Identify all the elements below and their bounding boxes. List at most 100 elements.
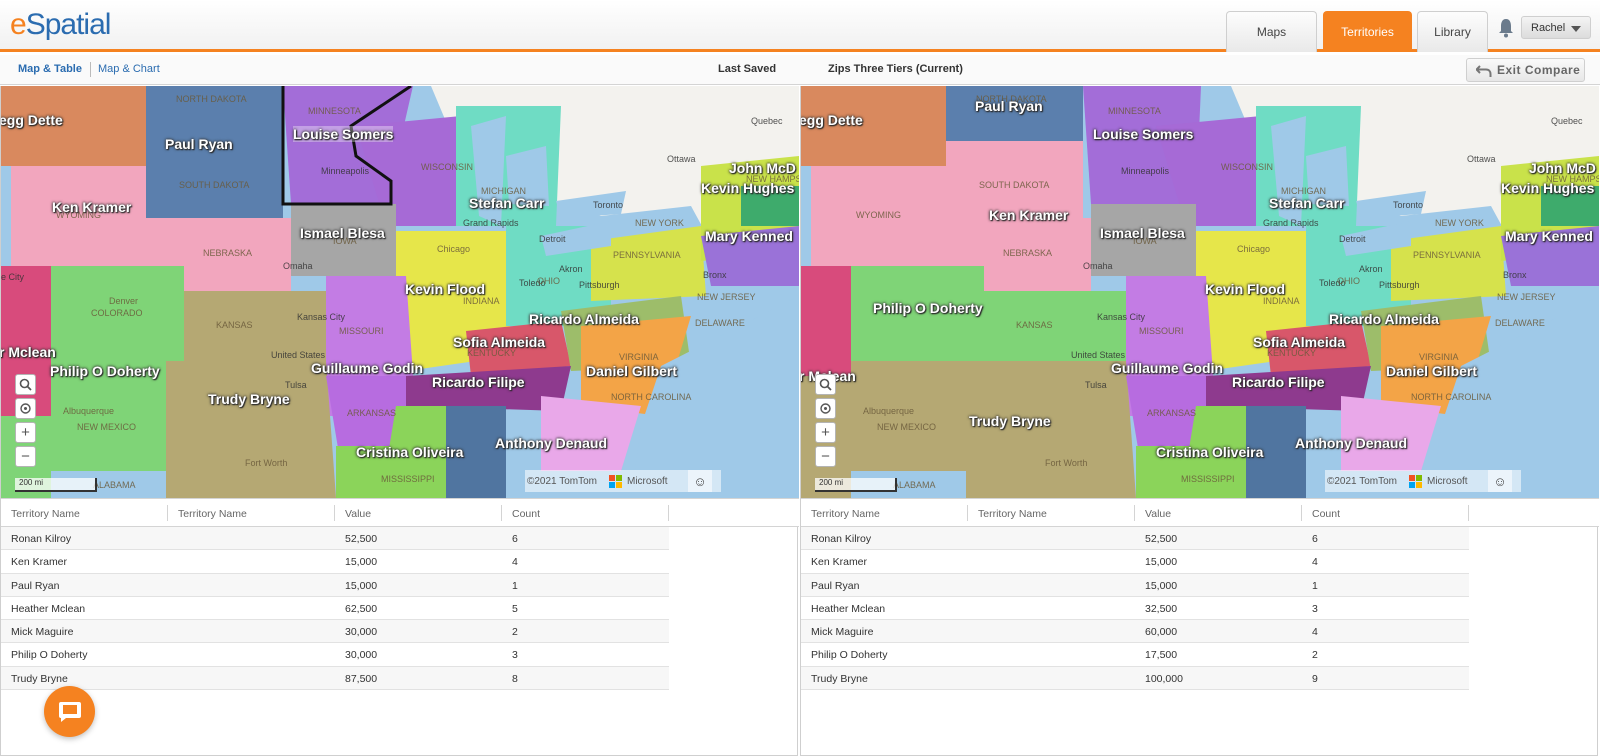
cell-name: Trudy Bryne	[11, 672, 68, 685]
territory-label[interactable]: Philip O Doherty	[50, 363, 160, 379]
table-row[interactable]: Ronan Kilroy 52,500 6	[1, 527, 669, 551]
territory-label[interactable]: Cristina Oliveira	[356, 444, 463, 460]
tab-map-table[interactable]: Map & Table	[18, 63, 82, 75]
table-row[interactable]: Mick Maguire 30,000 2	[1, 620, 669, 644]
territory-label[interactable]: Anthony Denaud	[495, 435, 607, 451]
feedback-smiley-icon[interactable]: ☺	[688, 470, 712, 492]
territory-label[interactable]: Stefan Carr	[1269, 195, 1344, 211]
territory-label[interactable]: Paul Ryan	[975, 98, 1043, 114]
user-menu-button[interactable]: Rachel	[1521, 16, 1591, 39]
cell-count: 8	[512, 672, 518, 685]
territory-label[interactable]: Louise Somers	[1093, 126, 1193, 142]
column-header-territory-name[interactable]: Territory Name	[168, 499, 335, 527]
territory-map-right[interactable]: NORTH DAKOTA MINNESOTA SOUTH DAKOTA WYOM…	[801, 86, 1599, 498]
territory-label[interactable]: Mary Kenned	[705, 228, 793, 244]
territory-label[interactable]: Kevin Flood	[405, 281, 485, 297]
zoom-to-selection-button[interactable]	[15, 374, 36, 395]
territory-label[interactable]: Kevin Hughes	[701, 180, 794, 196]
zoom-in-button[interactable]: +	[815, 422, 836, 443]
territory-label[interactable]: Ricardo Almeida	[1329, 311, 1439, 327]
table-row[interactable]: Heather Mclean 32,500 3	[801, 597, 1469, 621]
column-header-value[interactable]: Value	[335, 499, 502, 527]
territory-label[interactable]: John McD	[1529, 160, 1596, 176]
nav-tab-territories[interactable]: Territories	[1323, 11, 1412, 52]
cell-name: Paul Ryan	[11, 579, 60, 592]
territory-label[interactable]: Anthony Denaud	[1295, 435, 1407, 451]
column-header-territory-name[interactable]: Territory Name	[1, 499, 168, 527]
table-row[interactable]: Trudy Bryne 100,000 9	[801, 666, 1469, 691]
cell-value: 30,000	[345, 626, 378, 639]
territory-label[interactable]: Paul Ryan	[165, 136, 233, 152]
zoom-out-button[interactable]: −	[815, 446, 836, 467]
territory-map-left[interactable]: NORTH DAKOTA MINNESOTA SOUTH DAKOTA WYOM…	[1, 86, 799, 498]
territory-label[interactable]: Louise Somers	[293, 126, 394, 142]
table-row[interactable]: Philip O Doherty 30,000 3	[1, 643, 669, 667]
territory-label[interactable]: Ken Kramer	[989, 207, 1068, 223]
chat-support-button[interactable]	[44, 686, 95, 737]
bell-icon[interactable]	[1497, 18, 1515, 38]
cell-name: Philip O Doherty	[11, 649, 88, 662]
cell-value: 60,000	[1145, 626, 1178, 639]
cell-value: 32,500	[1145, 602, 1178, 615]
territory-label[interactable]: Mary Kenned	[1505, 228, 1593, 244]
map-place-label: Quebec	[1551, 116, 1583, 126]
locate-button[interactable]	[15, 398, 36, 419]
table-body: Ronan Kilroy 52,500 6 Ken Kramer 15,000 4 Pa…	[1, 527, 799, 691]
map-place-label: NEBRASKA	[1003, 248, 1053, 258]
espatial-logo[interactable]: eSpatial	[10, 8, 111, 42]
table-row[interactable]: Paul Ryan 15,000 1	[1, 573, 669, 597]
column-header-count[interactable]: Count	[1302, 499, 1469, 527]
table-row[interactable]: Ken Kramer 15,000 4	[1, 550, 669, 574]
territory-label[interactable]: Ricardo Filipe	[1232, 374, 1325, 390]
column-header-territory-name[interactable]: Territory Name	[801, 499, 968, 527]
territory-label[interactable]: John McD	[729, 160, 796, 176]
zoom-in-button[interactable]: +	[15, 422, 36, 443]
nav-tab-maps[interactable]: Maps	[1226, 11, 1317, 52]
map-place-label: INDIANA	[463, 296, 500, 306]
territory-label[interactable]: Kevin Flood	[1205, 281, 1285, 297]
table-row[interactable]: Mick Maguire 60,000 4	[801, 620, 1469, 644]
table-row[interactable]: Philip O Doherty 17,500 2	[801, 643, 1469, 667]
territory-label[interactable]: Daniel Gilbert	[586, 363, 677, 379]
territory-label[interactable]: Trudy Bryne	[969, 413, 1051, 429]
territory-label[interactable]: Sofia Almeida	[453, 334, 545, 350]
territory-label[interactable]: Ismael Blesa	[1100, 225, 1185, 241]
territory-label[interactable]: egg Dette	[1, 112, 63, 128]
table-row[interactable]: Ken Kramer 15,000 4	[801, 550, 1469, 574]
territory-label[interactable]: Guillaume Godin	[1111, 360, 1223, 376]
territory-label[interactable]: Cristina Oliveira	[1156, 444, 1263, 460]
table-row[interactable]: Ronan Kilroy 52,500 6	[801, 527, 1469, 551]
feedback-smiley-icon[interactable]: ☺	[1488, 470, 1512, 492]
territory-label[interactable]: Ricardo Almeida	[529, 311, 639, 327]
territory-label[interactable]: r Mclean	[1, 344, 56, 360]
map-place-label: Bronx	[1503, 270, 1527, 280]
territory-label[interactable]: Ricardo Filipe	[432, 374, 525, 390]
territory-label[interactable]: Kevin Hughes	[1501, 180, 1594, 196]
tab-map-chart[interactable]: Map & Chart	[98, 63, 160, 75]
map-place-label: COLORADO	[91, 308, 143, 318]
exit-compare-button[interactable]: Exit Compare	[1466, 58, 1585, 82]
territory-table-left: Territory Name Territory Name Value Coun…	[1, 498, 799, 691]
territory-label[interactable]: Guillaume Godin	[311, 360, 423, 376]
column-header-territory-name[interactable]: Territory Name	[968, 499, 1135, 527]
cell-empty	[168, 620, 335, 642]
territory-label[interactable]: Philip O Doherty	[873, 300, 983, 316]
table-row[interactable]: Paul Ryan 15,000 1	[801, 573, 1469, 597]
column-header-count[interactable]: Count	[502, 499, 669, 527]
nav-tab-library[interactable]: Library	[1417, 11, 1488, 52]
table-row[interactable]: Heather Mclean 62,500 5	[1, 597, 669, 621]
locate-button[interactable]	[815, 398, 836, 419]
territory-label[interactable]: Ismael Blesa	[300, 225, 385, 241]
territory-label[interactable]: Ken Kramer	[52, 199, 131, 215]
column-header-value[interactable]: Value	[1135, 499, 1302, 527]
territory-label[interactable]: egg Dette	[801, 112, 863, 128]
territory-label[interactable]: Daniel Gilbert	[1386, 363, 1477, 379]
territory-label[interactable]: Stefan Carr	[469, 195, 544, 211]
territory-label[interactable]: Sofia Almeida	[1253, 334, 1345, 350]
map-place-label: SOUTH DAKOTA	[979, 180, 1050, 190]
map-place-label: DELAWARE	[1495, 318, 1545, 328]
zoom-to-selection-button[interactable]	[815, 374, 836, 395]
territory-label[interactable]: Trudy Bryne	[208, 391, 290, 407]
zoom-out-button[interactable]: −	[15, 446, 36, 467]
table-row[interactable]: Trudy Bryne 87,500 8	[1, 666, 669, 691]
